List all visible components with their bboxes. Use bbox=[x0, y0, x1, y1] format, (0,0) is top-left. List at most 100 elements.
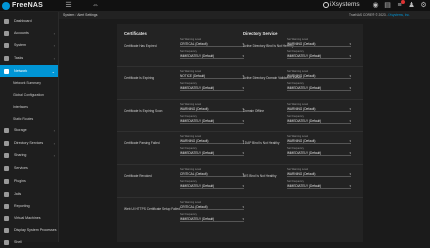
sidebar-item-storage[interactable]: Storage › bbox=[0, 124, 58, 136]
selected-value: IMMEDIATELY (Default) bbox=[180, 53, 215, 58]
sidebar-subitem-global-configuration[interactable]: Global Configuration bbox=[0, 89, 58, 100]
menu-toggle-icon[interactable]: ☰ bbox=[65, 2, 72, 9]
dashboard-icon bbox=[4, 18, 9, 24]
dropdown-arrow-icon: ▾ bbox=[349, 53, 351, 58]
ixsystems-link[interactable]: iXsystems, Inc. bbox=[388, 13, 409, 17]
sidebar-item-virtual-machines[interactable]: Virtual Machines bbox=[0, 212, 58, 224]
field-underline bbox=[180, 58, 244, 59]
chevron-right-icon: › bbox=[53, 30, 55, 36]
sidebar-item-shell[interactable]: Shell bbox=[0, 236, 58, 248]
frequency-select[interactable]: Set Frequency IMMEDIATELY (Default) ▾ bbox=[180, 147, 244, 158]
alert-label: Certificate Is Expiring Soon bbox=[124, 109, 163, 113]
plugins-icon bbox=[4, 178, 9, 184]
frequency-select[interactable]: Set Frequency IMMEDIATELY (Default) ▾ bbox=[287, 115, 351, 126]
alert-label: Domain Offline bbox=[243, 109, 265, 113]
warning-level-select[interactable]: Set Warning Level WARNING (Default) ▾ bbox=[180, 103, 244, 114]
dropdown-arrow-icon: ▾ bbox=[349, 73, 351, 78]
warning-level-select[interactable]: Set Warning Level WARNING (Default) ▾ bbox=[287, 38, 351, 49]
sidebar-item-dashboard[interactable]: Dashboard bbox=[0, 15, 58, 27]
sidebar-item-tasks[interactable]: Tasks › bbox=[0, 52, 58, 64]
top-toolbar: FreeNAS ☰ ⇔ iXsystems ◉ ▤ ≡ ♟ ⚙ bbox=[0, 0, 430, 12]
frequency-select[interactable]: Set Frequency IMMEDIATELY (Default) ▾ bbox=[287, 180, 351, 191]
sidebar-item-plugins[interactable]: Plugins bbox=[0, 175, 58, 187]
selected-value: IMMEDIATELY (Default) bbox=[287, 150, 322, 155]
row-divider bbox=[117, 131, 363, 132]
directory-services-status-icon[interactable]: ▤ bbox=[384, 2, 391, 9]
selected-value: IMMEDIATELY (Default) bbox=[180, 183, 215, 188]
selected-value: IMMEDIATELY (Default) bbox=[287, 53, 322, 58]
dropdown-arrow-icon: ▾ bbox=[242, 216, 244, 221]
warning-level-select[interactable]: Set Warning Level NOTICE (Default) ▾ bbox=[180, 70, 244, 81]
field-underline bbox=[180, 90, 244, 91]
expand-icon[interactable]: ⇔ bbox=[92, 2, 99, 9]
alert-count-badge bbox=[401, 0, 405, 4]
settings-icon[interactable]: ⚙ bbox=[420, 2, 427, 9]
frequency-select[interactable]: Set Frequency IMMEDIATELY (Default) ▾ bbox=[287, 82, 351, 93]
sidebar-item-system[interactable]: System › bbox=[0, 39, 58, 51]
dropdown-arrow-icon: ▾ bbox=[349, 138, 351, 143]
directory-service-header: Directory Service bbox=[243, 31, 278, 36]
freenas-logo[interactable]: FreeNAS bbox=[2, 1, 43, 10]
warning-level-select[interactable]: Set Warning Level WARNING (Default) ▾ bbox=[287, 103, 351, 114]
services-icon bbox=[4, 165, 9, 171]
sidebar-item-display-system-processes[interactable]: Display System Processes bbox=[0, 224, 58, 236]
sidebar-subitem-static-routes[interactable]: Static Routes bbox=[0, 113, 58, 124]
sidebar-item-jails[interactable]: Jails bbox=[0, 188, 58, 200]
selected-value: WARNING (Default) bbox=[180, 106, 209, 111]
alert-label: Certificate Is Expiring bbox=[124, 76, 155, 80]
warning-level-select[interactable]: Set Warning Level CRITICAL (Default) ▾ bbox=[180, 201, 244, 212]
dropdown-arrow-icon: ▾ bbox=[349, 183, 351, 188]
chevron-right-icon: › bbox=[53, 42, 55, 48]
frequency-select[interactable]: Set Frequency IMMEDIATELY (Default) ▾ bbox=[287, 50, 351, 61]
sidebar-item-reporting[interactable]: Reporting bbox=[0, 200, 58, 212]
field-underline bbox=[287, 58, 351, 59]
dropdown-arrow-icon: ▾ bbox=[349, 106, 351, 111]
breadcrumb-system[interactable]: System bbox=[63, 13, 74, 17]
chevron-right-icon: › bbox=[53, 140, 55, 146]
processes-icon bbox=[4, 227, 9, 233]
warning-level-select[interactable]: Set Warning Level CRITICAL (Default) ▾ bbox=[180, 168, 244, 179]
field-underline bbox=[180, 209, 244, 210]
field-underline bbox=[287, 123, 351, 124]
sidebar-item-services[interactable]: Services bbox=[0, 162, 58, 174]
sidebar-item-directory-services[interactable]: Directory Services › bbox=[0, 137, 58, 149]
breadcrumb-alert-settings: Alert Settings bbox=[77, 13, 98, 17]
system-icon bbox=[4, 42, 9, 48]
sidebar-subitem-interfaces[interactable]: Interfaces bbox=[0, 101, 58, 112]
row-divider bbox=[117, 164, 363, 165]
warning-level-select[interactable]: Set Warning Level CRITICAL (Default) ▾ bbox=[180, 38, 244, 49]
frequency-select[interactable]: Set Frequency IMMEDIATELY (Default) ▾ bbox=[180, 180, 244, 191]
sidebar-item-network[interactable]: Network ⌄ bbox=[0, 65, 58, 77]
ixsystems-logo[interactable]: iXsystems bbox=[323, 1, 360, 8]
frequency-select[interactable]: Set Frequency IMMEDIATELY (Default) ▾ bbox=[180, 50, 244, 61]
breadcrumb: System/Alert Settings bbox=[63, 13, 98, 17]
notifications-icon[interactable]: ♟ bbox=[408, 2, 415, 9]
certificates-header: Certificates bbox=[124, 31, 147, 36]
truecommand-icon[interactable]: ◉ bbox=[372, 2, 379, 9]
directory-services-icon bbox=[4, 140, 9, 146]
alert-label: Certificate Revoked bbox=[124, 174, 152, 178]
sidebar-item-sharing[interactable]: Sharing › bbox=[0, 149, 58, 161]
jails-icon bbox=[4, 191, 9, 197]
alert-label: Web UI HTTPS Certificate Setup Failed bbox=[124, 207, 180, 211]
alert-label: Certificate Parsing Failed bbox=[124, 141, 160, 145]
frequency-select[interactable]: Set Frequency IMMEDIATELY (Default) ▾ bbox=[180, 115, 244, 126]
frequency-select[interactable]: Set Frequency IMMEDIATELY (Default) ▾ bbox=[180, 82, 244, 93]
reporting-icon bbox=[4, 203, 9, 209]
chevron-right-icon: › bbox=[53, 127, 55, 133]
chevron-down-icon: ⌄ bbox=[51, 68, 55, 74]
warning-level-select[interactable]: Set Warning Level WARNING (Default) ▾ bbox=[287, 168, 351, 179]
frequency-select[interactable]: Set Frequency IMMEDIATELY (Default) ▾ bbox=[180, 213, 244, 224]
selected-value: CRITICAL (Default) bbox=[180, 41, 208, 46]
sidebar-subitem-network-summary[interactable]: Network Summary bbox=[0, 77, 58, 88]
selected-value: NOTICE (Default) bbox=[180, 73, 206, 78]
frequency-select[interactable]: Set Frequency IMMEDIATELY (Default) ▾ bbox=[287, 147, 351, 158]
warning-level-select[interactable]: Set Warning Level WARNING (Default) ▾ bbox=[180, 135, 244, 146]
dropdown-arrow-icon: ▾ bbox=[242, 204, 244, 209]
warning-level-select[interactable]: Set Warning Level WARNING (Default) ▾ bbox=[287, 135, 351, 146]
sidebar-item-accounts[interactable]: Accounts › bbox=[0, 27, 58, 39]
alert-label: LDAP Bind Is Not Healthy bbox=[243, 141, 280, 145]
warning-level-select[interactable]: Set Warning Level WARNING (Default) ▾ bbox=[287, 70, 351, 81]
alert-label: Certificate Has Expired bbox=[124, 44, 157, 48]
dropdown-arrow-icon: ▾ bbox=[242, 85, 244, 90]
